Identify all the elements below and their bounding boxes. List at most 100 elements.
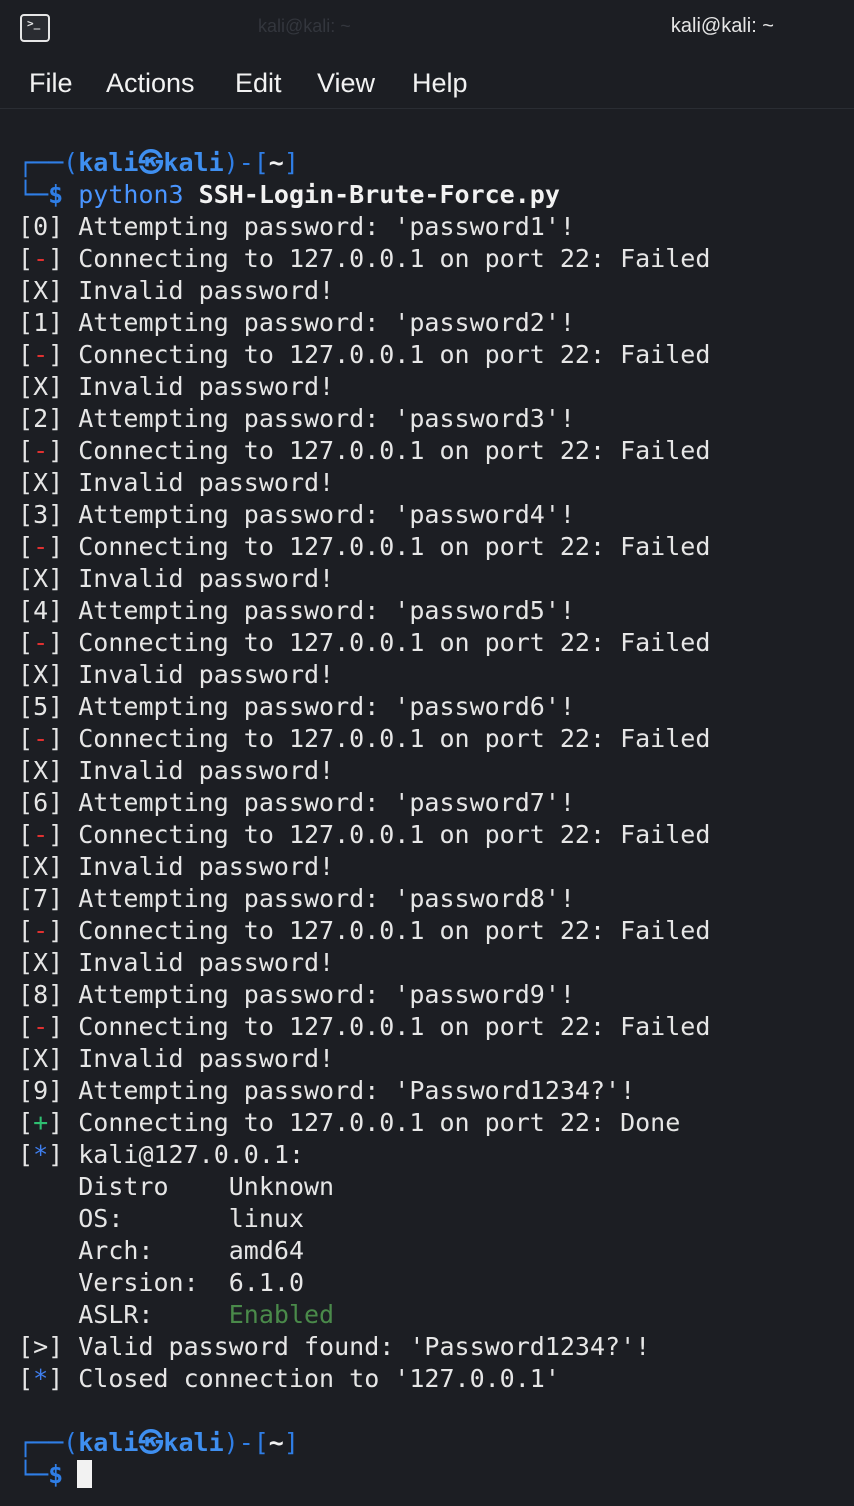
invalid-line: [X] Invalid password!: [18, 755, 854, 787]
invalid-line: [X] Invalid password!: [18, 275, 854, 307]
attempt-line: [1] Attempting password: 'password2'!: [18, 307, 854, 339]
command-program: python3: [78, 180, 184, 209]
invalid-text: Invalid password!: [78, 1044, 335, 1073]
menu-view[interactable]: View: [317, 66, 375, 100]
bracket: [: [18, 564, 34, 593]
menu-file[interactable]: File: [29, 66, 73, 100]
bracket: ]: [48, 1108, 79, 1137]
connect-text: Connecting to 127.0.0.1 on port 22: Fail…: [78, 916, 711, 945]
ghost-window-title: kali@kali: ~: [258, 16, 351, 36]
connect-line: [-] Connecting to 127.0.0.1 on port 22: …: [18, 723, 854, 755]
info-value: Unknown: [228, 1172, 335, 1201]
invalid-line: [X] Invalid password!: [18, 659, 854, 691]
menu-help[interactable]: Help: [412, 66, 468, 100]
bracket: [: [18, 884, 34, 913]
connect-line: [-] Connecting to 127.0.0.1 on port 22: …: [18, 531, 854, 563]
connect-line: [-] Connecting to 127.0.0.1 on port 22: …: [18, 1011, 854, 1043]
info-value: Enabled: [228, 1300, 335, 1329]
connect-text: Connecting to 127.0.0.1 on port 22: Fail…: [78, 1012, 711, 1041]
bracket: ]: [48, 340, 79, 369]
session-info-line: ASLR: Enabled: [18, 1299, 854, 1331]
invalid-text: Invalid password!: [78, 852, 335, 881]
attempt-text: Attempting password: 'password4'!: [78, 500, 575, 529]
bracket: [: [18, 1044, 34, 1073]
bracket: ]: [48, 468, 79, 497]
status-minus: -: [33, 724, 49, 753]
connect-text: Connecting to 127.0.0.1 on port 22: Done: [78, 1108, 681, 1137]
terminal-app-icon[interactable]: >_: [20, 14, 50, 42]
bracket: ]: [48, 500, 79, 529]
status-plus: +: [33, 1108, 49, 1137]
bracket: ]: [48, 724, 79, 753]
connect-text: Connecting to 127.0.0.1 on port 22: Fail…: [78, 820, 711, 849]
attempt-text: Attempting password: 'password3'!: [78, 404, 575, 433]
status-x: X: [33, 660, 49, 689]
connect-text: Connecting to 127.0.0.1 on port 22: Fail…: [78, 340, 711, 369]
bracket: [: [18, 660, 34, 689]
menu-actions[interactable]: Actions: [106, 66, 195, 100]
connect-text: Connecting to 127.0.0.1 on port 22: Fail…: [78, 628, 711, 657]
menu-edit[interactable]: Edit: [235, 66, 282, 100]
bracket: [: [18, 212, 34, 241]
prompt-frame: ┌──(: [18, 1428, 79, 1457]
session-info-line: Version: 6.1.0: [18, 1267, 854, 1299]
invalid-line: [X] Invalid password!: [18, 947, 854, 979]
bracket: [: [18, 756, 34, 785]
info-value: linux: [228, 1204, 304, 1233]
prompt-frame: ]: [283, 148, 299, 177]
attempt-index: 6: [33, 788, 49, 817]
bracket: ]: [48, 1332, 79, 1361]
invalid-text: Invalid password!: [78, 372, 335, 401]
prompt-frame: )-[: [223, 148, 269, 177]
prompt-header: ┌──(kali㉿kali)-[~]: [18, 1427, 854, 1459]
invalid-line: [X] Invalid password!: [18, 563, 854, 595]
info-value: 6.1.0: [228, 1268, 304, 1297]
bracket: [: [18, 980, 34, 1009]
bracket: [: [18, 404, 34, 433]
attempt-index: 0: [33, 212, 49, 241]
status-gt: >: [33, 1332, 49, 1361]
command-script: SSH-Login-Brute-Force.py: [198, 180, 560, 209]
attempt-index: 2: [33, 404, 49, 433]
attempt-index: 4: [33, 596, 49, 625]
attempt-index: 1: [33, 308, 49, 337]
info-key: ASLR:: [78, 1300, 229, 1329]
text-cursor[interactable]: [77, 1460, 93, 1488]
attempt-text: Attempting password: 'password8'!: [78, 884, 575, 913]
bracket: ]: [48, 980, 79, 1009]
bracket: ]: [48, 948, 79, 977]
status-minus: -: [33, 340, 49, 369]
prompt-dir: ~: [268, 148, 284, 177]
bracket: [: [18, 692, 34, 721]
bracket: ]: [48, 404, 79, 433]
terminal-output[interactable]: ┌──(kali㉿kali)-[~] └─$ python3 SSH-Login-…: [18, 147, 854, 1491]
attempt-text: Attempting password: 'password1'!: [78, 212, 575, 241]
attempt-index: 7: [33, 884, 49, 913]
bracket: ]: [48, 1012, 79, 1041]
prompt-input-line: └─$: [18, 1459, 854, 1491]
prompt-glyph-icon: >_: [27, 17, 41, 30]
status-minus: -: [33, 244, 49, 273]
status-x: X: [33, 564, 49, 593]
prompt-frame: └─: [18, 1460, 49, 1489]
attempt-text: Attempting password: 'password6'!: [78, 692, 575, 721]
session-info-line: Arch: amd64: [18, 1235, 854, 1267]
connect-line: [-] Connecting to 127.0.0.1 on port 22: …: [18, 915, 854, 947]
prompt-user-host: kali㉿kali: [78, 1428, 224, 1457]
bracket: [: [18, 596, 34, 625]
menu-bar: File Actions Edit View Help: [0, 58, 854, 109]
invalid-line: [X] Invalid password!: [18, 467, 854, 499]
bracket: [: [18, 276, 34, 305]
connect-line: [-] Connecting to 127.0.0.1 on port 22: …: [18, 627, 854, 659]
terminal-window: >_ kali@kali: ~ kali@kali: ~ File Action…: [0, 0, 854, 1506]
prompt-frame: ]: [283, 1428, 299, 1457]
invalid-line: [X] Invalid password!: [18, 1043, 854, 1075]
attempt-line: [3] Attempting password: 'password4'!: [18, 499, 854, 531]
bracket: [: [18, 1140, 34, 1169]
connect-line: [-] Connecting to 127.0.0.1 on port 22: …: [18, 339, 854, 371]
status-x: X: [33, 948, 49, 977]
bracket: ]: [48, 660, 79, 689]
invalid-text: Invalid password!: [78, 468, 335, 497]
